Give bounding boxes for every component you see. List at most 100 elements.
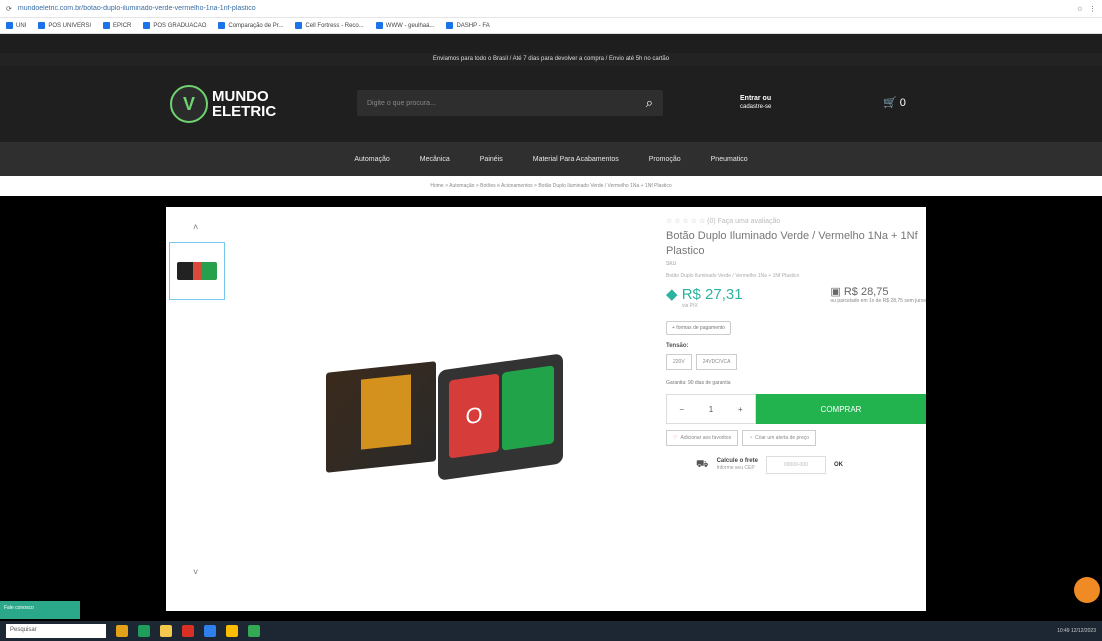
site-header: V MUNDO ELETRIC Digite o que procura... …: [0, 66, 1102, 142]
logo-mark-icon: V: [170, 85, 208, 123]
voltage-option-220v[interactable]: 220V: [666, 354, 692, 370]
logo-line-1: MUNDO: [212, 88, 269, 105]
chevron-down-icon[interactable]: ˅: [193, 567, 198, 577]
nav-item-automacao[interactable]: Automação: [354, 156, 389, 163]
warranty-text: Garantia: 90 dias de garantia: [666, 380, 731, 386]
taskbar-app-icon[interactable]: [204, 625, 216, 637]
bookmark-item[interactable]: POS GRADUACAO: [143, 22, 206, 29]
search-placeholder: Digite o que procura...: [367, 99, 436, 107]
logo-line-2: ELETRIC: [212, 103, 277, 120]
quantity-value[interactable]: 1: [709, 405, 713, 414]
secondary-actions: ♡ Adicionar aos favoritos ◔ Criar um alert…: [666, 430, 926, 446]
site-logo[interactable]: V MUNDO ELETRIC: [170, 84, 300, 124]
product-green-button: [502, 365, 554, 451]
chat-icon[interactable]: [1074, 577, 1100, 603]
chevron-up-icon[interactable]: ˄: [193, 222, 198, 232]
taskbar-app-icon[interactable]: [116, 625, 128, 637]
nav-item-mecanica[interactable]: Mecânica: [420, 156, 450, 163]
buy-button[interactable]: COMPRAR: [756, 394, 926, 424]
thumbnail-image: [177, 262, 217, 280]
cart-button[interactable]: 🛒 0: [883, 96, 906, 109]
shipping-calculator: ⛟ Calcule o frete Informe seu CEP 00000-…: [666, 456, 926, 474]
logo-text: MUNDO ELETRIC: [212, 89, 276, 119]
taskbar-app-icon[interactable]: [138, 625, 150, 637]
product-info: ☆ ☆ ☆ ☆ ☆ (0) Faça uma avaliação Botão D…: [666, 217, 926, 474]
bookmarks-bar: UNI POS UNIVERSI EPICR POS GRADUACAO Com…: [0, 18, 1102, 34]
card-price-note: ou parcelado em 1x de R$ 28,75 sem juros: [830, 298, 926, 304]
login-link[interactable]: Entrar ou cadastre-se: [740, 94, 771, 112]
plus-icon[interactable]: +: [738, 405, 743, 414]
voltage-option-24v[interactable]: 24VDC/VCA: [695, 354, 738, 370]
price-alert-label: Criar um alerta de preço: [755, 435, 810, 441]
card-price-block: ▣ R$ 28,75 ou parcelado em 1x de R$ 28,7…: [830, 285, 926, 309]
folder-icon[interactable]: [160, 625, 172, 637]
nav-item-paineis[interactable]: Painéis: [480, 156, 503, 163]
shipping-text: Calcule o frete Informe seu CEP: [717, 458, 758, 472]
taskbar-app-icon[interactable]: [248, 625, 260, 637]
bookmark-item[interactable]: UNI: [6, 22, 26, 29]
voltage-options: 220V 24VDC/VCA: [666, 354, 926, 370]
nav-item-pneumatico[interactable]: Pneumatico: [711, 156, 748, 163]
add-favorites-button[interactable]: ♡ Adicionar aos favoritos: [666, 430, 739, 446]
search-input[interactable]: Digite o que procura... ⌕: [357, 90, 663, 116]
url-field[interactable]: mundoeletric.com.br/botao-duplo-iluminad…: [18, 5, 1071, 12]
nav-item-promocao[interactable]: Promoção: [649, 156, 681, 163]
pix-price-note: via PIX: [682, 303, 698, 309]
cep-input[interactable]: 00000-000: [765, 456, 826, 474]
star-icon[interactable]: ☆: [1077, 5, 1083, 13]
product-quickview-modal: ˄ ˅ O ☆ ☆ ☆ ☆ ☆ (0) Faça uma avaliação B…: [166, 207, 926, 611]
pix-price: R$ 27,31: [681, 286, 743, 303]
login-line-1: Entrar ou: [740, 95, 772, 102]
product-red-button: O: [449, 373, 499, 459]
rating[interactable]: ☆ ☆ ☆ ☆ ☆ (0) Faça uma avaliação: [666, 217, 926, 225]
nav-item-material[interactable]: Material Para Acabamentos: [533, 156, 619, 163]
top-strip: [0, 34, 1102, 53]
menu-icon[interactable]: ⋮: [1089, 5, 1096, 13]
pix-price-block: ◆ R$ 27,31 via PIX: [666, 285, 743, 309]
product-description: Botão Duplo Iluminado Verde / Vermelho 1…: [666, 273, 800, 279]
shipping-title: Calcule o frete: [716, 458, 758, 464]
product-thumbnail[interactable]: [169, 242, 225, 300]
payment-forms-button[interactable]: + formas de pagamento: [666, 321, 731, 335]
system-tray-clock[interactable]: 10:49 12/12/2023: [1057, 628, 1096, 634]
price-alert-button[interactable]: ◔ Criar um alerta de preço: [742, 430, 817, 446]
chrome-icon[interactable]: [226, 625, 238, 637]
taskbar-search[interactable]: Pesquisar: [6, 624, 106, 638]
breadcrumb: Home > Automação > Botões e Acionamentos…: [0, 176, 1102, 196]
search-icon[interactable]: ⌕: [646, 95, 653, 111]
bookmark-item[interactable]: Cell Fortress - Reco...: [295, 22, 364, 29]
cep-ok-button[interactable]: OK: [834, 462, 843, 468]
product-terminal-shape: [361, 374, 411, 450]
browser-address-bar[interactable]: ⟳ mundoeletric.com.br/botao-duplo-ilumin…: [0, 0, 1102, 18]
cart-icon: 🛒: [883, 97, 897, 109]
quantity-stepper[interactable]: − 1 +: [666, 394, 756, 424]
price-block: ◆ R$ 27,31 via PIX ▣ R$ 28,75 ou parcela…: [666, 285, 926, 309]
bookmark-item[interactable]: WWW - geulhaá...: [375, 22, 434, 29]
card-price: R$ 28,75: [843, 286, 889, 298]
voltage-label: Tensão:: [666, 343, 689, 349]
bookmark-item[interactable]: POS UNIVERSI: [38, 22, 91, 29]
thumbnail-column: ˄ ˅: [166, 207, 226, 611]
truck-icon: ⛟: [696, 458, 709, 470]
main-nav: Automação Mecânica Painéis Material Para…: [0, 142, 1102, 176]
card-icon: ▣: [830, 286, 844, 298]
add-favorites-label: Adicionar aos favoritos: [680, 435, 732, 441]
reload-icon[interactable]: ⟳: [6, 5, 12, 13]
buy-row: − 1 + COMPRAR: [666, 394, 926, 424]
bookmark-item[interactable]: DASHP - FA: [446, 22, 490, 29]
cart-count: 0: [899, 97, 906, 109]
bookmark-item[interactable]: Comparação de Pr...: [218, 22, 283, 29]
bell-icon: ◔: [749, 435, 753, 441]
rating-count: (0) Faça uma avaliação: [707, 218, 781, 225]
shipping-subtitle: Informe seu CEP: [716, 465, 755, 471]
contact-tab[interactable]: Fale conosco: [0, 601, 80, 619]
product-title: Botão Duplo Iluminado Verde / Vermelho 1…: [666, 230, 918, 257]
taskbar-app-icon[interactable]: [182, 625, 194, 637]
star-rating-icon: ☆ ☆ ☆ ☆ ☆: [666, 218, 706, 225]
login-line-2: cadastre-se: [740, 104, 772, 110]
bookmark-item[interactable]: EPICR: [103, 22, 131, 29]
minus-icon[interactable]: −: [679, 405, 684, 414]
pix-icon: ◆: [666, 286, 682, 303]
heart-icon: ♡: [673, 435, 678, 441]
os-taskbar: Pesquisar 10:49 12/12/2023: [0, 621, 1102, 641]
